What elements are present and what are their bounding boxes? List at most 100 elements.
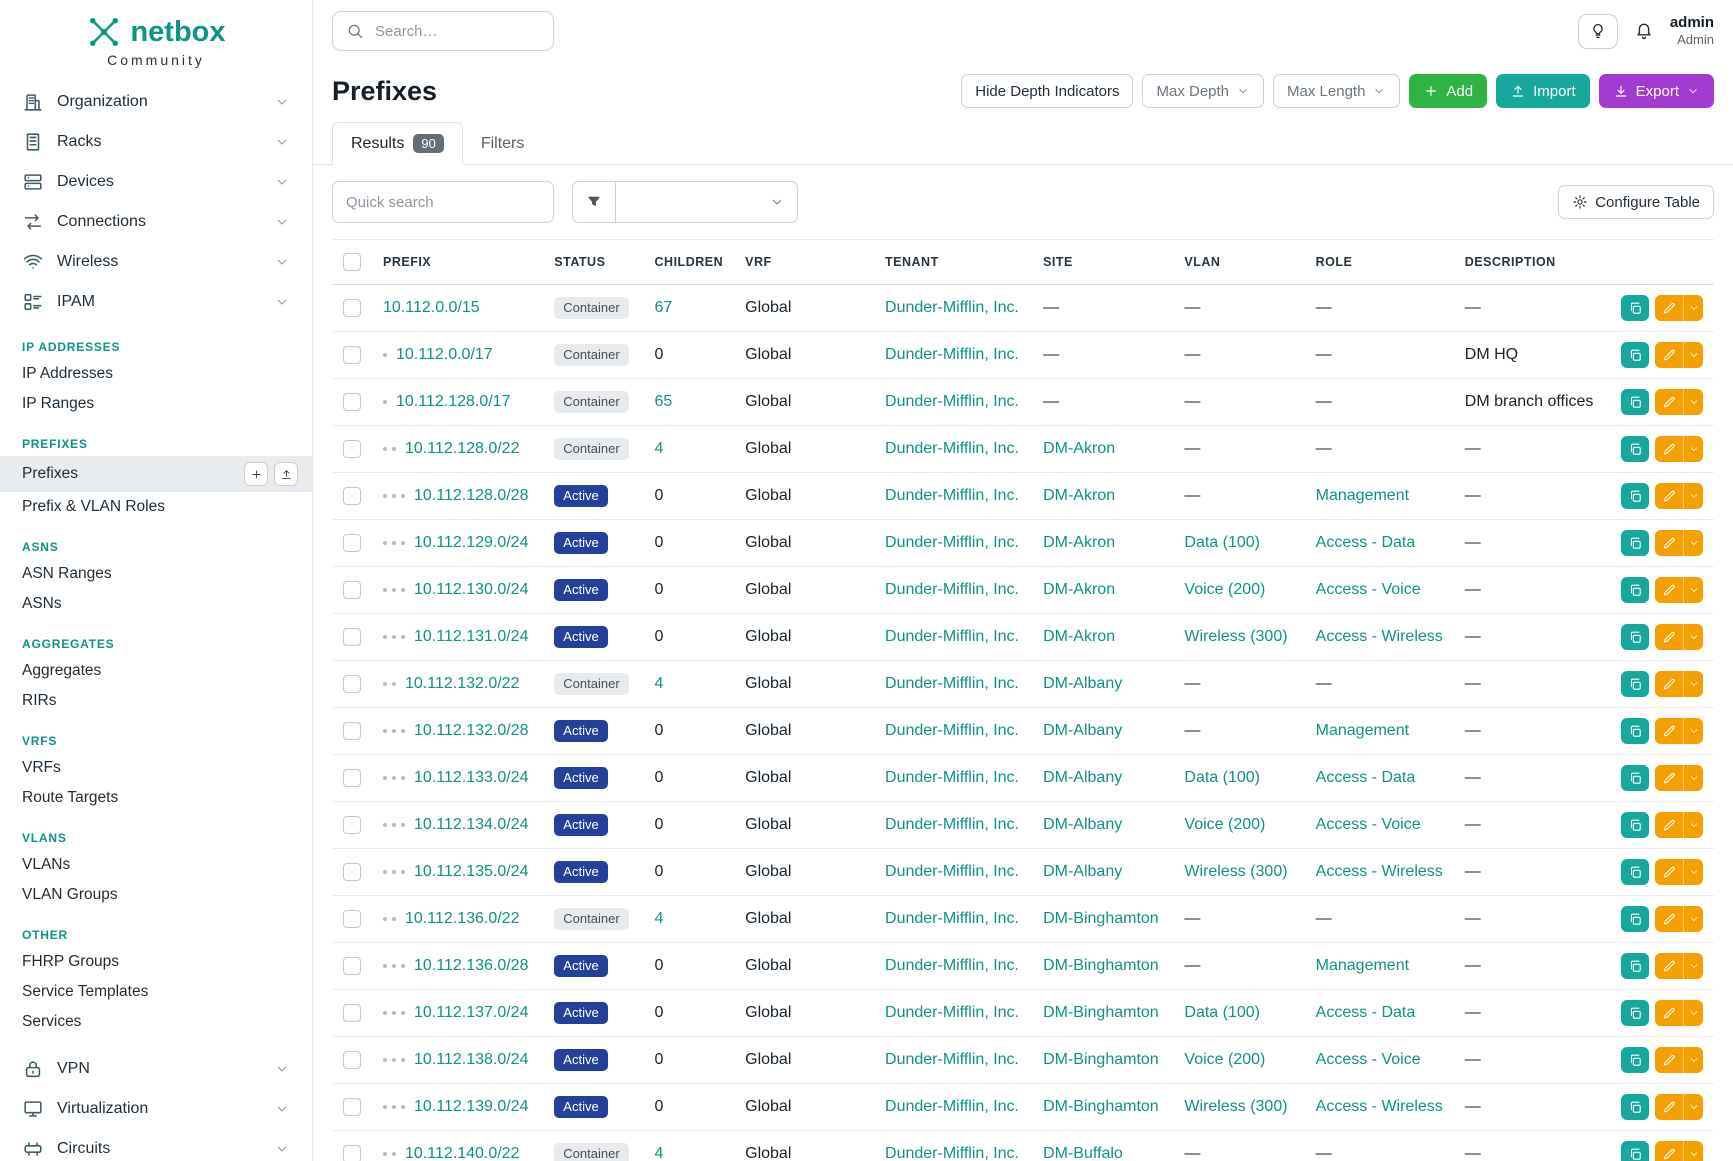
row-checkbox[interactable] (343, 675, 361, 693)
children-link[interactable]: 4 (655, 675, 664, 692)
prefix-link[interactable]: 10.112.138.0/24 (414, 1051, 528, 1068)
edit-button[interactable] (1655, 765, 1683, 791)
sidebar-item-ip-ranges[interactable]: IP Ranges (0, 389, 312, 419)
sidebar-item-virtualization[interactable]: Virtualization (0, 1089, 312, 1129)
prefix-link[interactable]: 10.112.128.0/28 (414, 487, 528, 504)
role-link[interactable]: Management (1316, 957, 1409, 974)
notifications-button[interactable] (1634, 21, 1654, 41)
site-link[interactable]: DM-Binghamton (1043, 1098, 1159, 1115)
site-link[interactable]: DM-Buffalo (1043, 1145, 1123, 1161)
role-link[interactable]: Access - Data (1316, 1004, 1416, 1021)
vlan-link[interactable]: Voice (200) (1184, 1051, 1265, 1068)
row-checkbox[interactable] (343, 1145, 361, 1161)
clone-button[interactable] (1621, 483, 1649, 509)
edit-button[interactable] (1655, 530, 1683, 556)
prefix-link[interactable]: 10.112.133.0/24 (414, 769, 528, 786)
vlan-link[interactable]: Data (100) (1184, 769, 1260, 786)
edit-button[interactable] (1655, 953, 1683, 979)
edit-dropdown-button[interactable] (1683, 389, 1703, 415)
hide-depth-indicators-button[interactable]: Hide Depth Indicators (961, 74, 1133, 108)
prefix-link[interactable]: 10.112.131.0/24 (414, 628, 528, 645)
role-link[interactable]: Access - Voice (1316, 1051, 1421, 1068)
sidebar-item-wireless[interactable]: Wireless (0, 242, 312, 282)
add-button[interactable]: Add (1409, 74, 1487, 108)
sidebar-item-ip-addresses[interactable]: IP Addresses (0, 359, 312, 389)
row-checkbox[interactable] (343, 393, 361, 411)
children-link[interactable]: 67 (655, 299, 673, 316)
tenant-link[interactable]: Dunder-Mifflin, Inc. (885, 440, 1019, 457)
sidebar-item-asn-ranges[interactable]: ASN Ranges (0, 559, 312, 589)
clone-button[interactable] (1621, 812, 1649, 838)
prefix-link[interactable]: 10.112.132.0/22 (405, 675, 519, 692)
tenant-link[interactable]: Dunder-Mifflin, Inc. (885, 816, 1019, 833)
tenant-link[interactable]: Dunder-Mifflin, Inc. (885, 534, 1019, 551)
prefix-link[interactable]: 10.112.135.0/24 (414, 863, 528, 880)
site-link[interactable]: DM-Albany (1043, 675, 1122, 692)
clone-button[interactable] (1621, 1141, 1649, 1161)
edit-dropdown-button[interactable] (1683, 295, 1703, 321)
site-link[interactable]: DM-Binghamton (1043, 957, 1159, 974)
vlan-link[interactable]: Wireless (300) (1184, 628, 1287, 645)
column-header-site[interactable]: SITE (1032, 240, 1173, 285)
column-header-prefix[interactable]: PREFIX (372, 240, 543, 285)
clone-button[interactable] (1621, 906, 1649, 932)
edit-dropdown-button[interactable] (1683, 530, 1703, 556)
sidebar-item-organization[interactable]: Organization (0, 82, 312, 122)
max-depth-dropdown[interactable]: Max Depth (1142, 74, 1264, 108)
vlan-link[interactable]: Wireless (300) (1184, 863, 1287, 880)
prefix-link[interactable]: 10.112.0.0/15 (383, 299, 480, 316)
edit-dropdown-button[interactable] (1683, 718, 1703, 744)
sidebar-item-vlans[interactable]: VLANs (0, 850, 312, 880)
edit-button[interactable] (1655, 389, 1683, 415)
prefix-link[interactable]: 10.112.128.0/22 (405, 440, 519, 457)
edit-button[interactable] (1655, 1000, 1683, 1026)
sidebar-item-vpn[interactable]: VPN (0, 1049, 312, 1089)
row-checkbox[interactable] (343, 863, 361, 881)
sidebar-item-prefixes[interactable]: Prefixes (0, 456, 312, 492)
children-link[interactable]: 4 (655, 440, 664, 457)
row-checkbox[interactable] (343, 1004, 361, 1022)
tenant-link[interactable]: Dunder-Mifflin, Inc. (885, 722, 1019, 739)
sidebar-item-aggregates[interactable]: Aggregates (0, 656, 312, 686)
role-link[interactable]: Access - Wireless (1316, 628, 1443, 645)
tenant-link[interactable]: Dunder-Mifflin, Inc. (885, 1051, 1019, 1068)
edit-button[interactable] (1655, 436, 1683, 462)
theme-toggle-button[interactable] (1578, 14, 1618, 49)
row-checkbox[interactable] (343, 440, 361, 458)
edit-dropdown-button[interactable] (1683, 483, 1703, 509)
clone-button[interactable] (1621, 342, 1649, 368)
site-link[interactable]: DM-Albany (1043, 863, 1122, 880)
site-link[interactable]: DM-Albany (1043, 769, 1122, 786)
edit-button[interactable] (1655, 812, 1683, 838)
column-header-tenant[interactable]: TENANT (874, 240, 1032, 285)
column-header-role[interactable]: ROLE (1305, 240, 1454, 285)
vlan-link[interactable]: Data (100) (1184, 1004, 1260, 1021)
site-link[interactable]: DM-Binghamton (1043, 1051, 1159, 1068)
children-link[interactable]: 65 (655, 393, 673, 410)
role-link[interactable]: Access - Wireless (1316, 863, 1443, 880)
sidebar-item-devices[interactable]: Devices (0, 162, 312, 202)
edit-button[interactable] (1655, 671, 1683, 697)
site-link[interactable]: DM-Akron (1043, 581, 1115, 598)
sidebar-item-asns[interactable]: ASNs (0, 589, 312, 619)
edit-dropdown-button[interactable] (1683, 671, 1703, 697)
role-link[interactable]: Access - Data (1316, 769, 1416, 786)
site-link[interactable]: DM-Albany (1043, 722, 1122, 739)
tenant-link[interactable]: Dunder-Mifflin, Inc. (885, 769, 1019, 786)
edit-dropdown-button[interactable] (1683, 812, 1703, 838)
edit-dropdown-button[interactable] (1683, 953, 1703, 979)
sidebar-item-connections[interactable]: Connections (0, 202, 312, 242)
quick-add-button[interactable] (244, 462, 268, 486)
children-link[interactable]: 4 (655, 910, 664, 927)
prefix-link[interactable]: 10.112.137.0/24 (414, 1004, 528, 1021)
tenant-link[interactable]: Dunder-Mifflin, Inc. (885, 675, 1019, 692)
sidebar-item-rirs[interactable]: RIRs (0, 686, 312, 716)
row-checkbox[interactable] (343, 769, 361, 787)
edit-dropdown-button[interactable] (1683, 342, 1703, 368)
vlan-link[interactable]: Wireless (300) (1184, 1098, 1287, 1115)
import-button[interactable]: Import (1496, 74, 1590, 108)
edit-dropdown-button[interactable] (1683, 1141, 1703, 1161)
site-link[interactable]: DM-Akron (1043, 440, 1115, 457)
logo[interactable]: netbox Community (0, 14, 312, 68)
vlan-link[interactable]: Voice (200) (1184, 581, 1265, 598)
